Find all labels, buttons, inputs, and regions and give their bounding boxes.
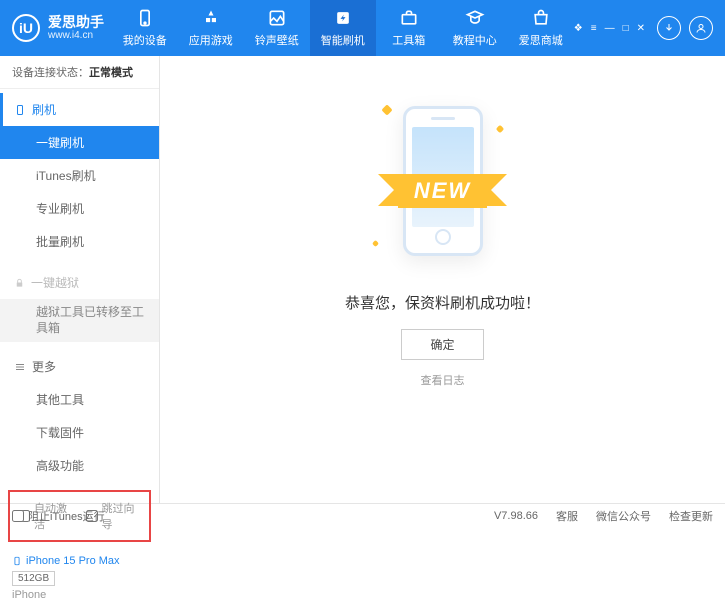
download-icon[interactable] <box>657 16 681 40</box>
tutorial-icon <box>465 8 485 28</box>
window-controls: ❖ ≡ — □ ✕ <box>574 23 645 34</box>
connection-status: 设备连接状态：正常模式 <box>0 56 159 89</box>
app-header: iU 爱思助手 www.i4.cn 我的设备 应用游戏 铃声壁纸 智能刷机 工具… <box>0 0 725 56</box>
sidebar-item-oneclick-flash[interactable]: 一键刷机 <box>0 126 159 159</box>
tab-tutorials[interactable]: 教程中心 <box>442 0 508 56</box>
list-icon <box>14 361 26 373</box>
store-icon <box>531 8 551 28</box>
nav-tabs: 我的设备 应用游戏 铃声壁纸 智能刷机 工具箱 教程中心 爱思商城 <box>112 0 574 56</box>
sidebar-section-flash[interactable]: 刷机 <box>0 93 159 126</box>
sidebar-section-more[interactable]: 更多 <box>0 350 159 383</box>
view-log-link[interactable]: 查看日志 <box>421 372 465 388</box>
footer-link-support[interactable]: 客服 <box>556 508 578 524</box>
device-type: iPhone <box>12 589 147 601</box>
footer-link-update[interactable]: 检查更新 <box>669 508 713 524</box>
version-label: V7.98.66 <box>494 510 538 522</box>
checkbox-block-itunes[interactable]: 阻止iTunes运行 <box>12 508 105 524</box>
phone-flash-icon <box>14 103 26 117</box>
tab-ringtones[interactable]: 铃声壁纸 <box>244 0 310 56</box>
tab-smart-flash[interactable]: 智能刷机 <box>310 0 376 56</box>
header-right: ❖ ≡ — □ ✕ <box>574 16 713 40</box>
tab-apps-games[interactable]: 应用游戏 <box>178 0 244 56</box>
device-storage: 512GB <box>12 571 55 586</box>
device-phone-icon <box>12 554 22 568</box>
user-icon[interactable] <box>689 16 713 40</box>
sidebar: 设备连接状态：正常模式 刷机 一键刷机 iTunes刷机 专业刷机 批量刷机 一… <box>0 56 160 503</box>
flash-icon <box>333 8 353 28</box>
sidebar-item-advanced[interactable]: 高级功能 <box>0 449 159 482</box>
settings-icon[interactable]: ❖ <box>574 23 583 34</box>
phone-icon <box>135 8 155 28</box>
wallpaper-icon <box>267 8 287 28</box>
new-ribbon: NEW <box>398 174 487 208</box>
maximize-icon[interactable]: □ <box>623 23 629 34</box>
sidebar-item-itunes-flash[interactable]: iTunes刷机 <box>0 159 159 192</box>
toolbox-icon <box>399 8 419 28</box>
app-site: www.i4.cn <box>48 30 104 41</box>
sidebar-section-jailbreak: 一键越狱 <box>0 266 159 299</box>
sidebar-item-jailbreak-note: 越狱工具已转移至工具箱 <box>0 299 159 342</box>
lock-icon <box>14 277 25 289</box>
tab-store[interactable]: 爱思商城 <box>508 0 574 56</box>
success-illustration: NEW <box>343 86 543 276</box>
app-name: 爱思助手 <box>48 15 104 30</box>
sidebar-item-download-firmware[interactable]: 下载固件 <box>0 416 159 449</box>
device-name: iPhone 15 Pro Max <box>26 555 120 567</box>
menu-icon[interactable]: ≡ <box>591 23 597 34</box>
logo-area: iU 爱思助手 www.i4.cn <box>12 14 112 42</box>
device-info: iPhone 15 Pro Max 512GB iPhone <box>0 546 159 609</box>
footer-link-wechat[interactable]: 微信公众号 <box>596 508 651 524</box>
close-icon[interactable]: ✕ <box>637 23 645 34</box>
ok-button[interactable]: 确定 <box>401 329 483 360</box>
sidebar-item-pro-flash[interactable]: 专业刷机 <box>0 192 159 225</box>
main-content: NEW 恭喜您，保资料刷机成功啦！ 确定 查看日志 <box>160 56 725 503</box>
logo-icon: iU <box>12 14 40 42</box>
success-message: 恭喜您，保资料刷机成功啦！ <box>345 292 540 313</box>
sidebar-item-other-tools[interactable]: 其他工具 <box>0 383 159 416</box>
minimize-icon[interactable]: — <box>605 23 615 34</box>
apps-icon <box>201 8 221 28</box>
sidebar-item-batch-flash[interactable]: 批量刷机 <box>0 225 159 258</box>
tab-toolbox[interactable]: 工具箱 <box>376 0 442 56</box>
tab-my-device[interactable]: 我的设备 <box>112 0 178 56</box>
